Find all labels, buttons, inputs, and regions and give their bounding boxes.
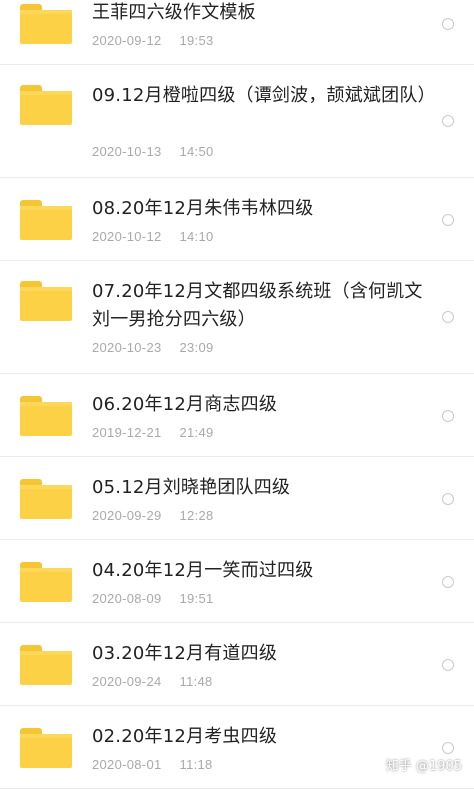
file-date: 2020-08-01 (92, 757, 162, 772)
watermark: 知乎 @1905 (386, 755, 462, 774)
file-name: 09.12月橙啦四级（谭剑波，颉斌斌团队） (92, 82, 434, 110)
file-time: 21:49 (180, 425, 214, 440)
file-meta: 2020-09-24 11:48 (92, 674, 213, 689)
file-row[interactable]: 王菲四六级作文模板 2020-09-12 19:53 (0, 0, 474, 65)
folder-icon (20, 281, 72, 321)
file-time: 19:51 (180, 591, 214, 606)
file-name: 08.20年12月朱伟韦林四级 (92, 195, 434, 223)
file-date: 2020-09-24 (92, 674, 162, 689)
file-name: 07.20年12月文都四级系统班（含何凯文刘一男抢分四六级） (92, 278, 434, 334)
file-row[interactable]: 06.20年12月商志四级 2019-12-21 21:49 (0, 374, 474, 457)
file-meta: 2020-08-09 19:51 (92, 591, 214, 606)
folder-icon (20, 396, 72, 436)
file-date: 2020-10-23 (92, 340, 162, 355)
select-radio[interactable] (442, 214, 454, 226)
file-meta: 2020-08-01 11:18 (92, 757, 213, 772)
file-time: 19:53 (180, 33, 214, 48)
file-name: 王菲四六级作文模板 (92, 0, 434, 27)
file-row[interactable]: 08.20年12月朱伟韦林四级 2020-10-12 14:10 (0, 178, 474, 261)
file-row[interactable]: 02.20年12月考虫四级 2020-08-01 11:18 (0, 706, 474, 789)
file-row[interactable]: 07.20年12月文都四级系统班（含何凯文刘一男抢分四六级） 2020-10-2… (0, 261, 474, 374)
file-meta: 2020-09-12 19:53 (92, 33, 214, 48)
file-date: 2020-08-09 (92, 591, 162, 606)
file-row[interactable]: 04.20年12月一笑而过四级 2020-08-09 19:51 (0, 540, 474, 623)
select-radio[interactable] (442, 115, 454, 127)
file-date: 2019-12-21 (92, 425, 162, 440)
folder-icon (20, 562, 72, 602)
select-radio[interactable] (442, 311, 454, 323)
file-time: 14:50 (180, 144, 214, 159)
file-date: 2020-09-12 (92, 33, 162, 48)
file-date: 2020-09-29 (92, 508, 162, 523)
file-row[interactable]: 09.12月橙啦四级（谭剑波，颉斌斌团队） 2020-10-13 14:50 (0, 65, 474, 178)
file-meta: 2020-10-13 14:50 (92, 144, 214, 159)
folder-icon (20, 479, 72, 519)
file-name: 03.20年12月有道四级 (92, 640, 434, 668)
select-radio[interactable] (442, 576, 454, 588)
select-radio[interactable] (442, 659, 454, 671)
file-time: 11:48 (180, 674, 213, 689)
select-radio[interactable] (442, 493, 454, 505)
file-time: 23:09 (180, 340, 214, 355)
file-list: 王菲四六级作文模板 2020-09-12 19:53 09.12月橙啦四级（谭剑波… (0, 0, 474, 789)
file-date: 2020-10-13 (92, 144, 162, 159)
file-name: 05.12月刘晓艳团队四级 (92, 474, 434, 502)
file-row[interactable]: 03.20年12月有道四级 2020-09-24 11:48 (0, 623, 474, 706)
file-name: 06.20年12月商志四级 (92, 391, 434, 419)
file-meta: 2020-10-23 23:09 (92, 340, 214, 355)
folder-icon (20, 4, 72, 44)
folder-icon (20, 728, 72, 768)
file-time: 12:28 (180, 508, 214, 523)
file-date: 2020-10-12 (92, 229, 162, 244)
select-radio[interactable] (442, 410, 454, 422)
folder-icon (20, 200, 72, 240)
file-time: 14:10 (180, 229, 214, 244)
file-meta: 2020-10-12 14:10 (92, 229, 214, 244)
file-name: 04.20年12月一笑而过四级 (92, 557, 434, 585)
folder-icon (20, 85, 72, 125)
file-meta: 2020-09-29 12:28 (92, 508, 214, 523)
file-time: 11:18 (180, 757, 213, 772)
file-meta: 2019-12-21 21:49 (92, 425, 214, 440)
file-name: 02.20年12月考虫四级 (92, 723, 434, 751)
select-radio[interactable] (442, 18, 454, 30)
file-row[interactable]: 05.12月刘晓艳团队四级 2020-09-29 12:28 (0, 457, 474, 540)
folder-icon (20, 645, 72, 685)
select-radio[interactable] (442, 742, 454, 754)
